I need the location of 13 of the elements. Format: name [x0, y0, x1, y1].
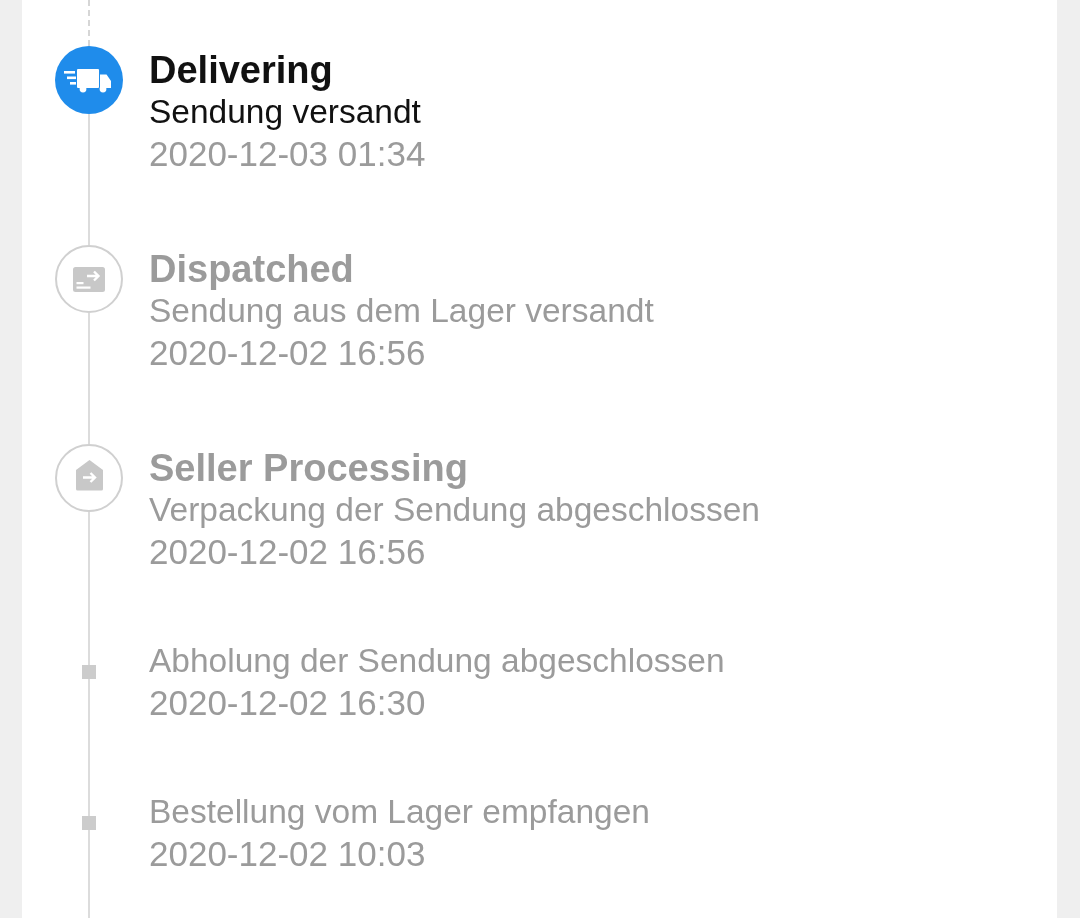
status-time: 2020-12-02 10:03 — [149, 833, 427, 875]
status-title: Dispatched — [149, 248, 355, 290]
status-description: Abholung der Sendung abgeschlossen — [149, 641, 725, 681]
status-time: 2020-12-03 01:34 — [149, 133, 426, 175]
status-time: 2020-12-02 16:30 — [149, 682, 427, 724]
status-description: Sendung versandt — [149, 92, 422, 132]
status-description: Verpackung der Sendung abgeschlossen — [149, 490, 760, 530]
status-time: 2020-12-02 16:56 — [149, 332, 427, 374]
status-description: Bestellung vom Lager empfangen — [149, 792, 650, 832]
status-time: 2020-12-02 16:56 — [149, 531, 427, 573]
status-title: Seller Processing — [149, 447, 469, 489]
status-description: Sendung aus dem Lager versandt — [149, 291, 654, 331]
status-title: Delivering — [149, 49, 334, 91]
